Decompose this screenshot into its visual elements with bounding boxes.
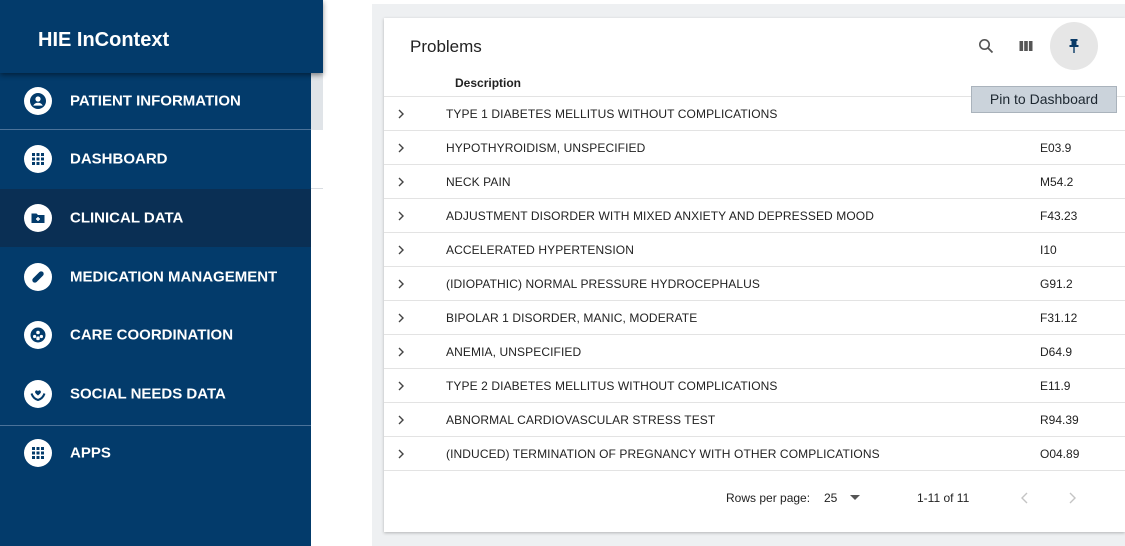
previous-page-button[interactable] (1017, 489, 1033, 507)
search-icon (979, 39, 994, 54)
table-row[interactable]: TYPE 2 DIABETES MELLITUS WITHOUT COMPLIC… (384, 368, 1125, 402)
problem-description: ACCELERATED HYPERTENSION (446, 243, 634, 257)
expand-chevron-icon[interactable] (394, 141, 408, 155)
chevron-left-icon (1021, 492, 1028, 504)
app-title: HIE InContext (38, 29, 170, 51)
sidebar-item-patient-information[interactable]: PATIENT INFORMATION (0, 72, 311, 130)
sidebar-item-label: MEDICATION MANAGEMENT (70, 268, 278, 286)
search-button[interactable] (966, 26, 1006, 66)
problem-code: G91.2 (1040, 277, 1073, 291)
problem-description: TYPE 1 DIABETES MELLITUS WITHOUT COMPLIC… (446, 107, 778, 121)
next-page-button[interactable] (1064, 489, 1080, 507)
chevron-down-icon[interactable] (850, 495, 860, 500)
person-icon (24, 87, 52, 115)
apps-grid-icon (24, 439, 52, 467)
column-header-description[interactable]: Description (455, 76, 521, 90)
problem-description: (IDIOPATHIC) NORMAL PRESSURE HYDROCEPHAL… (446, 277, 761, 291)
folder-plus-icon (24, 204, 52, 232)
care-icon (24, 321, 52, 349)
sidebar-item-care-coordination[interactable]: CARE COORDINATION (0, 306, 311, 364)
sidebar-item-label: APPS (70, 444, 111, 462)
expand-chevron-icon[interactable] (394, 209, 408, 223)
sidebar-item-clinical-data[interactable]: CLINICAL DATA (0, 189, 311, 247)
expand-chevron-icon[interactable] (394, 447, 408, 461)
table-row[interactable]: ABNORMAL CARDIOVASCULAR STRESS TEST R94.3… (384, 402, 1125, 436)
problem-code: D64.9 (1040, 345, 1073, 359)
problem-code: I10 (1040, 243, 1057, 257)
sidebar-item-label: DASHBOARD (70, 150, 168, 168)
problem-code: F31.12 (1040, 311, 1078, 325)
problem-description: HYPOTHYROIDISM, UNSPECIFIED (446, 141, 646, 155)
problem-code: O04.89 (1040, 447, 1080, 461)
table-row[interactable]: NECK PAIN M54.2 (384, 164, 1125, 198)
pin-button[interactable] (1050, 22, 1098, 70)
sidebar-item-apps[interactable]: APPS (0, 424, 311, 482)
problem-description: ANEMIA, UNSPECIFIED (446, 345, 582, 359)
expand-chevron-icon[interactable] (394, 277, 408, 291)
expand-chevron-icon[interactable] (394, 413, 408, 427)
table-row[interactable]: (INDUCED) TERMINATION OF PREGNANCY WITH … (384, 436, 1125, 470)
sidebar-item-medication-management[interactable]: MEDICATION MANAGEMENT (0, 248, 311, 306)
problem-description: ABNORMAL CARDIOVASCULAR STRESS TEST (446, 413, 716, 427)
problem-code: E03.9 (1040, 141, 1072, 155)
app-header: HIE InContext (0, 0, 323, 73)
sidebar-item-label: PATIENT INFORMATION (70, 92, 241, 110)
chevron-right-icon (1069, 492, 1076, 504)
sidebar-item-dashboard[interactable]: DASHBOARD (0, 130, 311, 188)
rows-per-page-select[interactable]: 25 (824, 491, 837, 505)
grid-icon (24, 145, 52, 173)
page-range: 1-11 of 11 (917, 491, 970, 505)
expand-chevron-icon[interactable] (394, 345, 408, 359)
problem-code: F43.23 (1040, 209, 1078, 223)
columns-icon (1019, 41, 1033, 51)
problem-description: (INDUCED) TERMINATION OF PREGNANCY WITH … (446, 447, 880, 461)
problem-description: BIPOLAR 1 DISORDER, MANIC, MODERATE (446, 311, 698, 325)
table-row[interactable]: HYPOTHYROIDISM, UNSPECIFIED E03.9 (384, 130, 1125, 164)
expand-chevron-icon[interactable] (394, 243, 408, 257)
pagination: Rows per page: 25 1-11 of 11 (384, 470, 1125, 532)
expand-chevron-icon[interactable] (394, 379, 408, 393)
sidebar-item-social-needs-data[interactable]: SOCIAL NEEDS DATA (0, 365, 311, 423)
pin-icon (1069, 39, 1079, 53)
sidebar-item-label: CLINICAL DATA (70, 209, 184, 227)
heart-hands-icon (24, 380, 52, 408)
pill-icon (24, 263, 52, 291)
expand-chevron-icon[interactable] (394, 311, 408, 325)
table-row[interactable]: BIPOLAR 1 DISORDER, MANIC, MODERATE F31.1… (384, 300, 1125, 334)
problem-description: ADJUSTMENT DISORDER WITH MIXED ANXIETY A… (446, 209, 874, 223)
pin-tooltip: Pin to Dashboard (971, 86, 1117, 113)
problem-code: M54.2 (1040, 175, 1074, 189)
table-row[interactable]: ADJUSTMENT DISORDER WITH MIXED ANXIETY A… (384, 198, 1125, 232)
problem-description: NECK PAIN (446, 175, 511, 189)
scroll-strip (311, 72, 323, 130)
sidebar-item-label: CARE COORDINATION (70, 326, 234, 344)
problem-description: TYPE 2 DIABETES MELLITUS WITHOUT COMPLIC… (446, 379, 778, 393)
table-row[interactable]: ANEMIA, UNSPECIFIED D64.9 (384, 334, 1125, 368)
expand-chevron-icon[interactable] (394, 107, 408, 121)
card-title: Problems (410, 37, 482, 56)
rows-per-page-label: Rows per page: (726, 491, 811, 505)
problem-code: R94.39 (1040, 413, 1079, 427)
strip-divider (311, 188, 323, 189)
table-row[interactable]: (IDIOPATHIC) NORMAL PRESSURE HYDROCEPHAL… (384, 266, 1125, 300)
problem-code: E11.9 (1040, 379, 1071, 393)
expand-chevron-icon[interactable] (394, 175, 408, 189)
sidebar-item-label: SOCIAL NEEDS DATA (70, 385, 226, 403)
columns-button[interactable] (1006, 26, 1046, 66)
table-row[interactable]: ACCELERATED HYPERTENSION I10 (384, 232, 1125, 266)
